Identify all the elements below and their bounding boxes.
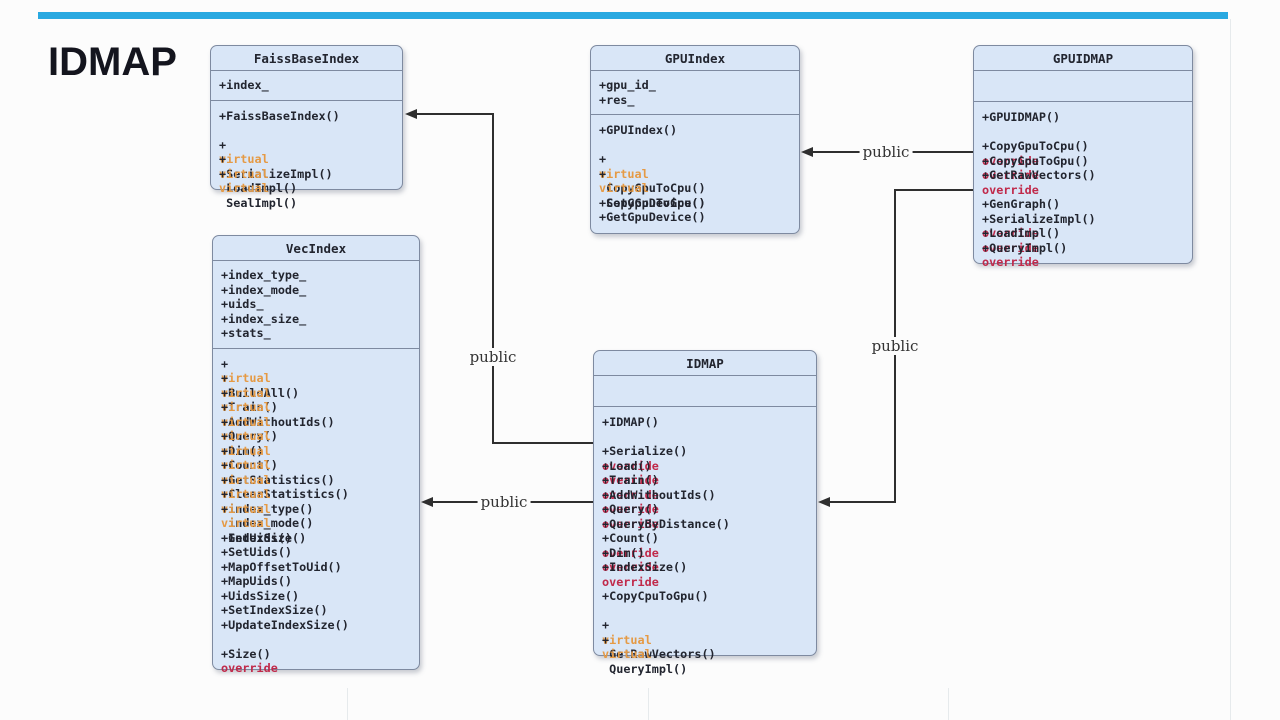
class-method: +GetUids() bbox=[221, 531, 411, 546]
class-method bbox=[221, 632, 411, 647]
class-method: +Serialize() override bbox=[602, 444, 808, 459]
class-method bbox=[602, 604, 808, 619]
class-method: +virtual CopyGpuToCpu() bbox=[599, 152, 791, 167]
class-attributes: +gpu_id_+res_ bbox=[591, 71, 799, 115]
class-attributes: +index_ bbox=[211, 71, 402, 101]
connector-line-idmap-to-faissbaseindex bbox=[492, 442, 593, 444]
class-method: +QueryImpl() override bbox=[982, 241, 1184, 256]
class-method: +CopyGpuToCpu() override bbox=[982, 139, 1184, 154]
class-method: +QueryByDistance() bbox=[602, 517, 808, 532]
class-method: +GetRawVectors() override bbox=[982, 168, 1184, 183]
class-method: +FaissBaseIndex() bbox=[219, 109, 394, 124]
class-method: +Train() override bbox=[602, 473, 808, 488]
background-gridline bbox=[648, 688, 649, 720]
class-method: +IDMAP() bbox=[602, 415, 808, 430]
class-method bbox=[602, 430, 808, 445]
class-attribute: +gpu_id_ bbox=[599, 78, 791, 93]
class-attribute: +uids_ bbox=[221, 297, 411, 312]
class-attribute: +index_ bbox=[219, 78, 394, 93]
class-attribute: +index_type_ bbox=[221, 268, 411, 283]
class-method: +SerializeImpl() override bbox=[982, 212, 1184, 227]
class-method: +virtual GetRawVectors() bbox=[602, 618, 808, 633]
class-name: VecIndex bbox=[213, 236, 419, 261]
connector-label: public bbox=[860, 143, 913, 161]
class-attribute: +index_size_ bbox=[221, 312, 411, 327]
class-method: +MapOffsetToUid() bbox=[221, 560, 411, 575]
class-methods: +GPUIDMAP() +CopyGpuToCpu() override+Copy… bbox=[974, 102, 1192, 263]
connector-label: public bbox=[478, 493, 531, 511]
class-box-vecindex: VecIndex+index_type_+index_mode_+uids_+i… bbox=[212, 235, 420, 670]
class-methods: +FaissBaseIndex() +virtual SerializeImpl(… bbox=[211, 101, 402, 190]
class-box-idmap: IDMAP +IDMAP() +Serialize() override+Load(… bbox=[593, 350, 817, 656]
class-method: +MapUids() bbox=[221, 574, 411, 589]
class-name: FaissBaseIndex bbox=[211, 46, 402, 71]
virtual-keyword: virtual bbox=[219, 181, 394, 196]
arrowhead-icon bbox=[818, 497, 830, 507]
class-method: +AddWithoutIds() override bbox=[602, 488, 808, 503]
override-keyword: override bbox=[221, 661, 411, 676]
class-method: +Query() override bbox=[602, 502, 808, 517]
arrowhead-icon bbox=[801, 147, 813, 157]
class-method: +GPUIDMAP() bbox=[982, 110, 1184, 125]
class-attributes bbox=[974, 71, 1192, 102]
class-method bbox=[982, 125, 1184, 140]
class-attributes bbox=[594, 376, 816, 407]
connector-line-idmap-to-faissbaseindex bbox=[492, 113, 494, 444]
class-box-gpuindex: GPUIndex+gpu_id_+res_+GPUIndex()+virtual… bbox=[590, 45, 800, 234]
class-methods: +GPUIndex()+virtual CopyGpuToCpu()+virtu… bbox=[591, 115, 799, 233]
class-methods: +IDMAP() +Serialize() override+Load() ove… bbox=[594, 407, 816, 655]
background-gridline bbox=[347, 688, 348, 720]
class-method: +virtual BuildAll() bbox=[221, 357, 411, 372]
class-method: +UpdateIndexSize() bbox=[221, 618, 411, 633]
uml-class-diagram: FaissBaseIndex +index_ +FaissBaseIndex() +v… bbox=[0, 0, 1280, 720]
class-method: +IndexSize() override bbox=[602, 560, 808, 575]
connector-label: public bbox=[467, 348, 520, 366]
background-gridline bbox=[1230, 19, 1231, 720]
class-method: +SetGpuDevice() bbox=[599, 196, 791, 211]
class-method: +CopyGpuToGpu() override bbox=[982, 154, 1184, 169]
connector-line-gpuidmap-to-idmap bbox=[830, 501, 896, 503]
class-method: +LoadImpl() override bbox=[982, 226, 1184, 241]
connector-label: public bbox=[869, 337, 922, 355]
class-name: GPUIDMAP bbox=[974, 46, 1192, 71]
class-method: +virtual SerializeImpl() bbox=[219, 138, 394, 153]
background-gridline bbox=[948, 688, 949, 720]
class-method bbox=[599, 138, 791, 153]
connector-line-gpuidmap-to-idmap bbox=[894, 189, 973, 191]
class-method: +SetUids() bbox=[221, 545, 411, 560]
class-box-gpuidmap: GPUIDMAP +GPUIDMAP() +CopyGpuToCpu() overr… bbox=[973, 45, 1193, 264]
class-method: +Load() override bbox=[602, 459, 808, 474]
class-name: IDMAP bbox=[594, 351, 816, 376]
class-method: +UidsSize() bbox=[221, 589, 411, 604]
class-method: +Size() override bbox=[221, 647, 411, 662]
override-keyword: override bbox=[982, 255, 1184, 270]
arrowhead-icon bbox=[405, 109, 417, 119]
slide-page: IDMAP FaissBaseIndex +index_ +FaissBaseInd… bbox=[0, 0, 1280, 720]
class-box-faissbaseindex: FaissBaseIndex +index_ +FaissBaseIndex() +v… bbox=[210, 45, 403, 190]
class-method: +Count() override bbox=[602, 531, 808, 546]
arrowhead-icon bbox=[421, 497, 433, 507]
class-method: +Dim() override bbox=[602, 546, 808, 561]
class-name: GPUIndex bbox=[591, 46, 799, 71]
connector-line-idmap-to-faissbaseindex bbox=[417, 113, 494, 115]
class-method: +GenGraph() bbox=[982, 197, 1184, 212]
class-method: +GPUIndex() bbox=[599, 123, 791, 138]
class-methods: +virtual BuildAll()+virtual Train()+virt… bbox=[213, 349, 419, 670]
class-attributes: +index_type_+index_mode_+uids_+index_siz… bbox=[213, 261, 419, 349]
class-method: +SetIndexSize() bbox=[221, 603, 411, 618]
class-attribute: +stats_ bbox=[221, 326, 411, 341]
class-method bbox=[219, 123, 394, 138]
class-attribute: +index_mode_ bbox=[221, 283, 411, 298]
class-method: +GetGpuDevice() bbox=[599, 210, 791, 225]
class-method: +CopyCpuToGpu() bbox=[602, 589, 808, 604]
class-attribute: +res_ bbox=[599, 93, 791, 108]
